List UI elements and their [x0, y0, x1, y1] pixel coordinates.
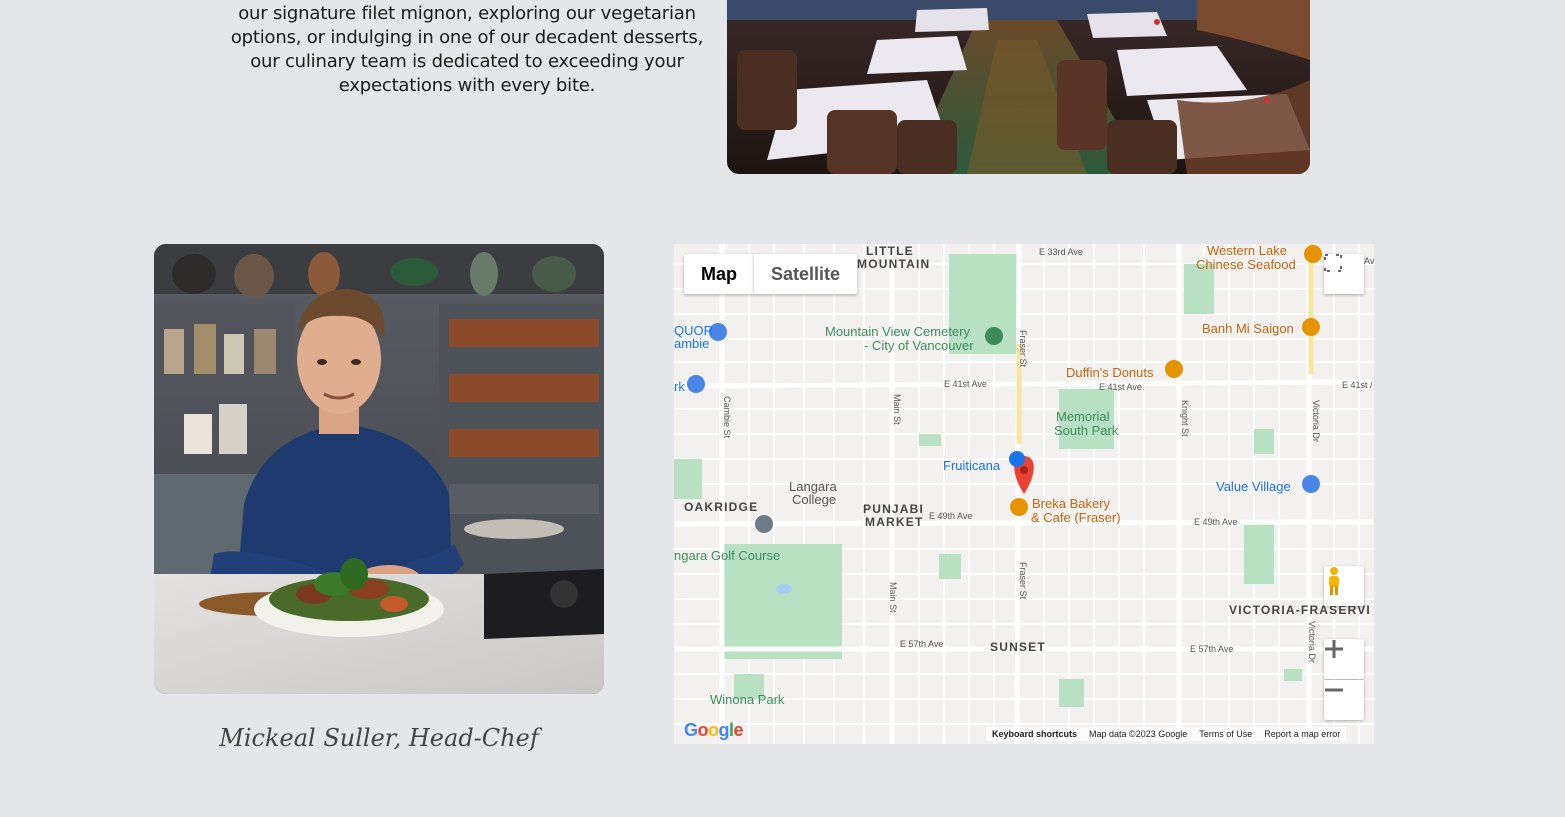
- poi-cemetery-line2[interactable]: - City of Vancouver: [864, 338, 974, 353]
- poi-langara-golf-course[interactable]: ngara Golf Course: [674, 548, 780, 563]
- zoom-out-button[interactable]: [1324, 680, 1364, 720]
- pegman-icon: [1329, 567, 1339, 595]
- poi-banh-mi-saigon[interactable]: Banh Mi Saigon: [1202, 321, 1294, 336]
- street-e41-c: E 41st /: [1342, 380, 1373, 390]
- poi-western-lake-line2[interactable]: Chinese Seafood: [1196, 257, 1296, 272]
- zoom-in-button[interactable]: [1324, 639, 1364, 679]
- street-e41-b: E 41st Ave: [1099, 382, 1142, 392]
- fullscreen-button[interactable]: [1324, 254, 1364, 294]
- street-victoria-1: Victoria Dr: [1311, 400, 1321, 442]
- street-fraser-1: Fraser St: [1018, 330, 1028, 368]
- map-type-map-button[interactable]: Map: [684, 254, 754, 294]
- map-footer: Keyboard shortcuts Map data ©2023 Google…: [986, 727, 1347, 741]
- poi-breka-line2[interactable]: & Cafe (Fraser): [1031, 510, 1121, 525]
- poi-value-village[interactable]: Value Village: [1216, 479, 1291, 494]
- area-label-oakridge: OAKRIDGE: [684, 500, 759, 514]
- terms-of-use-link[interactable]: Terms of Use: [1199, 727, 1252, 741]
- fullscreen-icon: [1324, 254, 1342, 272]
- plus-icon: [1325, 640, 1343, 658]
- report-map-error-link[interactable]: Report a map error: [1264, 727, 1340, 741]
- chef-caption: Mickeal Suller, Head-Chef: [219, 724, 539, 752]
- intro-paragraph: our signature filet mignon, exploring ou…: [230, 3, 704, 96]
- poi-fruiticana[interactable]: Fruiticana: [943, 458, 1000, 473]
- map-type-satellite-button[interactable]: Satellite: [754, 254, 858, 294]
- keyboard-shortcuts-link[interactable]: Keyboard shortcuts: [992, 727, 1077, 741]
- street-main-1: Main St: [892, 394, 902, 425]
- street-knight: Knight St: [1180, 400, 1190, 437]
- area-label-sunset: SUNSET: [990, 640, 1046, 654]
- area-label-mountain: MOUNTAIN: [857, 257, 931, 271]
- poi-langara-line2[interactable]: College: [792, 492, 836, 507]
- street-fraser-2: Fraser St: [1018, 562, 1028, 600]
- minus-icon: [1325, 688, 1343, 692]
- poi-duffins-donuts[interactable]: Duffin's Donuts: [1066, 365, 1154, 380]
- street-view-pegman-button[interactable]: [1324, 566, 1364, 606]
- street-e41-a: E 41st Ave: [944, 379, 987, 389]
- head-chef-photo: [154, 244, 604, 694]
- map-data-attribution: Map data ©2023 Google: [1089, 729, 1188, 739]
- poi-quor-line2[interactable]: ambie: [674, 336, 709, 351]
- street-av: Av: [1364, 256, 1374, 266]
- poi-winona-park[interactable]: Winona Park: [710, 692, 784, 707]
- area-label-market: MARKET: [865, 515, 924, 529]
- street-e49-b: E 49th Ave: [1194, 517, 1238, 527]
- street-cambie: Cambie St: [722, 396, 732, 439]
- street-e33: E 33rd Ave: [1039, 247, 1083, 257]
- street-e49-a: E 49th Ave: [929, 511, 973, 521]
- street-victoria-2: Victoria Dr: [1307, 621, 1317, 663]
- street-e57-a: E 57th Ave: [900, 639, 944, 649]
- poi-rk: rk: [674, 379, 685, 394]
- street-e57-b: E 57th Ave: [1190, 644, 1234, 654]
- poi-memorial-line2[interactable]: South Park: [1054, 423, 1118, 438]
- dining-room-photo: [727, 0, 1310, 174]
- street-main-2: Main St: [888, 582, 898, 613]
- location-map[interactable]: LITTLE MOUNTAIN Western Lake Chinese Sea…: [674, 244, 1374, 744]
- google-logo[interactable]: Google: [684, 720, 744, 741]
